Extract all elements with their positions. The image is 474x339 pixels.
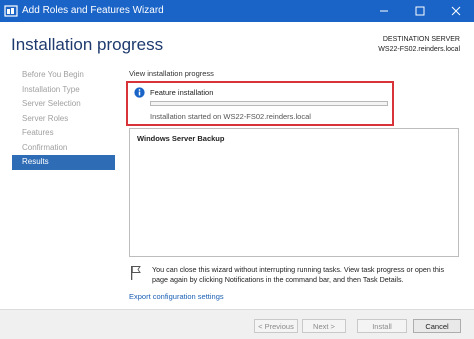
export-configuration-link[interactable]: Export configuration settings: [129, 292, 224, 301]
cancel-button[interactable]: Cancel: [413, 319, 461, 333]
nav-item-installation-type[interactable]: Installation Type: [12, 83, 115, 98]
content-heading: View installation progress: [129, 69, 214, 78]
wizard-nav: Before You Begin Installation Type Serve…: [12, 68, 115, 170]
install-button[interactable]: Install: [357, 319, 407, 333]
next-button[interactable]: Next >: [302, 319, 346, 333]
info-icon: [134, 87, 145, 98]
previous-button[interactable]: < Previous: [254, 319, 298, 333]
nav-item-server-selection[interactable]: Server Selection: [12, 97, 115, 112]
minimize-icon: [380, 10, 388, 12]
background-note: You can close this wizard without interr…: [152, 265, 445, 284]
maximize-button[interactable]: [402, 0, 438, 22]
destination-server-name: WS22-FS02.reinders.local: [378, 46, 460, 53]
result-item[interactable]: Windows Server Backup: [137, 134, 224, 143]
feature-installation-label: Feature installation: [150, 88, 214, 97]
page-title: Installation progress: [11, 35, 164, 54]
wizard-footer: < Previous Next > Install Cancel: [0, 309, 474, 339]
installation-progress-bar: [150, 101, 388, 106]
nav-item-features[interactable]: Features: [12, 126, 115, 141]
installation-status: Installation started on WS22-FS02.reinde…: [150, 112, 311, 121]
close-icon: [451, 6, 461, 16]
nav-item-before-you-begin[interactable]: Before You Begin: [12, 68, 115, 83]
feature-installation-panel: Feature installation Installation starte…: [126, 81, 394, 126]
minimize-button[interactable]: [366, 0, 402, 22]
nav-item-confirmation[interactable]: Confirmation: [12, 141, 115, 156]
maximize-icon: [415, 6, 425, 16]
nav-item-server-roles[interactable]: Server Roles: [12, 112, 115, 127]
window-title: Add Roles and Features Wizard: [22, 5, 164, 16]
server-manager-icon: [4, 5, 18, 17]
destination-server-label: DESTINATION SERVER: [382, 36, 460, 43]
title-bar: Add Roles and Features Wizard: [0, 0, 474, 22]
results-list: Windows Server Backup: [129, 128, 459, 257]
flag-icon: [131, 266, 141, 280]
close-button[interactable]: [438, 0, 474, 22]
nav-item-results[interactable]: Results: [12, 155, 115, 170]
destination-server: DESTINATION SERVER WS22-FS02.reinders.lo…: [378, 35, 460, 55]
